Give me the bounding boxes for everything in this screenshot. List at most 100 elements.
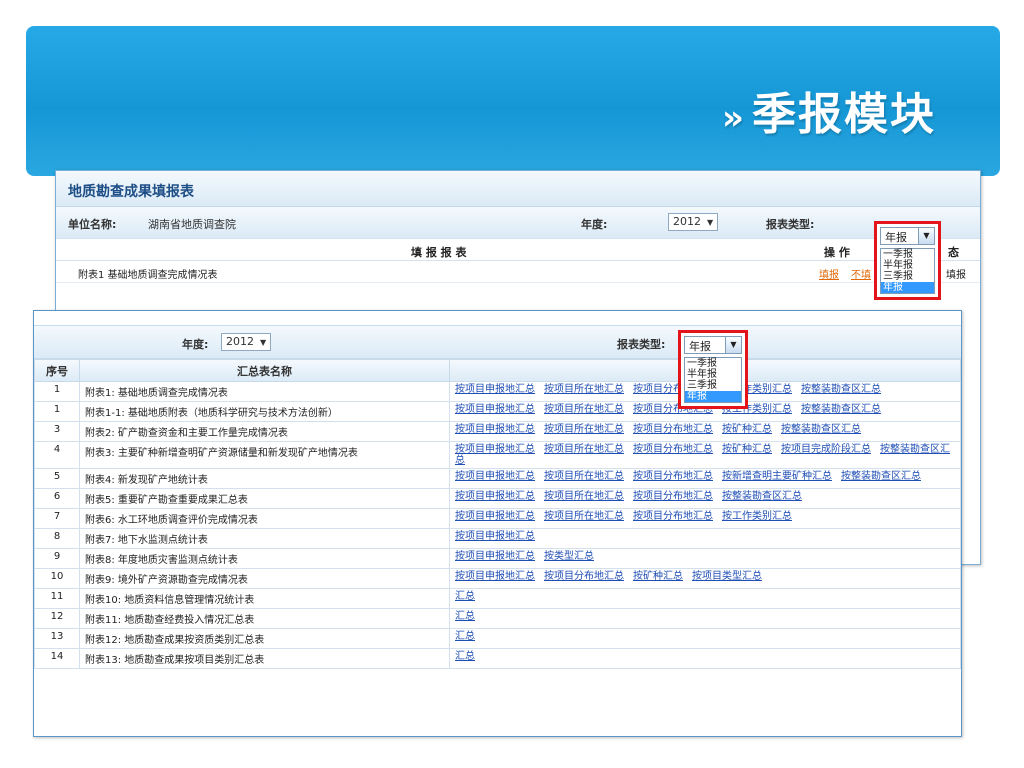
summary-link[interactable]: 按项目类型汇总	[692, 571, 762, 582]
summary-link[interactable]: 按项目申报地汇总	[455, 424, 535, 435]
row1-fill-link[interactable]: 填报	[819, 266, 839, 281]
back-report-type-dropdown[interactable]: 年报 ▼ 一季报 半年报 三季报 年报	[874, 221, 941, 300]
table-row: 8 附表7: 地下水监测点统计表 按项目申报地汇总	[34, 528, 961, 549]
col-seq: 序号	[34, 359, 80, 382]
summary-link[interactable]: 按项目所在地汇总	[544, 471, 624, 482]
front-report-type-dropdown[interactable]: 年报 ▼ 一季报 半年报 三季报 年报	[678, 330, 748, 409]
summary-link[interactable]: 按项目所在地汇总	[544, 404, 624, 415]
summary-link[interactable]: 按项目分布地汇总	[633, 491, 713, 502]
table-row: 14 附表13: 地质勘查成果按项目类别汇总表 汇总	[34, 648, 961, 669]
summary-link[interactable]: 按项目分布地汇总	[633, 444, 713, 455]
summary-link[interactable]: 按整装勘查区汇总	[722, 491, 802, 502]
report-type-option[interactable]: 年报	[881, 282, 934, 293]
summary-link[interactable]: 按整装勘查区汇总	[841, 471, 921, 482]
row-summary-name: 附表5: 重要矿产勘查重要成果汇总表	[79, 488, 450, 509]
summary-link[interactable]: 按项目申报地汇总	[455, 571, 535, 582]
summary-link[interactable]: 按项目申报地汇总	[455, 384, 535, 395]
row-seq: 7	[34, 508, 80, 529]
unit-info-row: 单位名称: 湖南省地质调查院 年度: 2012 ▼ 报表类型:	[56, 207, 980, 239]
unit-label: 单位名称:	[68, 218, 117, 231]
report-type-option[interactable]: 三季报	[881, 271, 934, 282]
report-type-option[interactable]: 半年报	[881, 260, 934, 271]
row-summary-name: 附表11: 地质勘查经费投入情况汇总表	[79, 608, 450, 629]
year-select-value: 2012	[673, 215, 701, 228]
summary-link[interactable]: 按项目所在地汇总	[544, 491, 624, 502]
summary-link[interactable]: 按项目所在地汇总	[544, 384, 624, 395]
table-row: 7 附表6: 水工环地质调查评价完成情况表 按项目申报地汇总 按项目所在地汇总 按项目分…	[34, 508, 961, 529]
slide-title: » 季报模块	[722, 78, 936, 142]
summary-link[interactable]: 按矿种汇总	[633, 571, 683, 582]
summary-link[interactable]: 按新增查明主要矿种汇总	[722, 471, 832, 482]
col-fill-report: 填 报 报 表	[411, 246, 467, 259]
summary-panel: 年度: 2012 ▼ 报表类型: 序号 汇总表名称 1 附表1: 基础地质调查完成情…	[33, 310, 962, 737]
row-summary-name: 附表1: 基础地质调查完成情况表	[79, 381, 450, 402]
table-row: 12 附表11: 地质勘查经费投入情况汇总表 汇总	[34, 608, 961, 629]
summary-link[interactable]: 按工作类别汇总	[722, 511, 792, 522]
summary-link[interactable]: 按项目申报地汇总	[455, 444, 535, 455]
report-type-option[interactable]: 一季报	[685, 358, 741, 369]
row-summary-name: 附表9: 境外矿产资源勘查完成情况表	[79, 568, 450, 589]
summary-link[interactable]: 按项目分布地汇总	[633, 471, 713, 482]
back-report-type-select[interactable]: 年报 ▼	[880, 227, 935, 245]
back-report-type-value: 年报	[885, 231, 907, 244]
summary-link[interactable]: 汇总	[455, 611, 475, 622]
summary-link[interactable]: 按整装勘查区汇总	[801, 384, 881, 395]
summary-link[interactable]: 汇总	[455, 631, 475, 642]
summary-link[interactable]: 按项目申报地汇总	[455, 511, 535, 522]
chevron-down-icon[interactable]: ▼	[918, 228, 934, 244]
summary-link[interactable]: 按矿种汇总	[722, 424, 772, 435]
row-seq: 9	[34, 548, 80, 569]
row-summary-name: 附表4: 新发现矿产地统计表	[79, 468, 450, 489]
summary-link[interactable]: 按矿种汇总	[722, 444, 772, 455]
summary-link[interactable]: 汇总	[455, 651, 475, 662]
summary-panel-top	[34, 311, 961, 325]
summary-link[interactable]: 按整装勘查区汇总	[781, 424, 861, 435]
row-seq: 5	[34, 468, 80, 489]
row-summary-name: 附表2: 矿产勘查资金和主要工作量完成情况表	[79, 421, 450, 442]
row-seq: 13	[34, 628, 80, 649]
row-seq: 6	[34, 488, 80, 509]
summary-link[interactable]: 按项目申报地汇总	[455, 551, 535, 562]
report-type-option[interactable]: 半年报	[685, 369, 741, 380]
row-summary-links: 按项目申报地汇总 按项目分布地汇总 按矿种汇总 按项目类型汇总	[449, 568, 961, 589]
row-seq: 12	[34, 608, 80, 629]
row-summary-links: 按项目申报地汇总	[449, 528, 961, 549]
row-summary-links: 按项目申报地汇总 按项目所在地汇总 按项目分布地汇总 按矿种汇总 按整装勘查区汇总	[449, 421, 961, 442]
summary-year-select[interactable]: 2012 ▼	[221, 333, 272, 351]
chevron-down-icon: ▼	[260, 338, 267, 347]
summary-link[interactable]: 按项目所在地汇总	[544, 424, 624, 435]
report-type-option[interactable]: 一季报	[881, 249, 934, 260]
row-summary-name: 附表8: 年度地质灾害监测点统计表	[79, 548, 450, 569]
year-label: 年度:	[581, 218, 608, 231]
summary-link[interactable]: 按项目完成阶段汇总	[781, 444, 871, 455]
summary-link[interactable]: 按整装勘查区汇总	[801, 404, 881, 415]
unit-value: 湖南省地质调查院	[148, 218, 236, 231]
table-row: 1 附表1-1: 基础地质附表（地质科学研究与技术方法创新） 按项目申报地汇总 按项目…	[34, 401, 961, 422]
summary-link[interactable]: 按项目分布地汇总	[544, 571, 624, 582]
col-summary-name: 汇总表名称	[79, 359, 450, 382]
summary-link[interactable]: 按类型汇总	[544, 551, 594, 562]
summary-link[interactable]: 按项目申报地汇总	[455, 531, 535, 542]
summary-table: 序号 汇总表名称 1 附表1: 基础地质调查完成情况表 按项目申报地汇总 按项目所在地…	[34, 359, 961, 669]
summary-link[interactable]: 按项目申报地汇总	[455, 471, 535, 482]
row-summary-name: 附表13: 地质勘查成果按项目类别汇总表	[79, 648, 450, 669]
summary-link[interactable]: 按项目所在地汇总	[544, 511, 624, 522]
summary-link[interactable]: 按项目分布地汇总	[633, 424, 713, 435]
row-summary-links: 汇总	[449, 588, 961, 609]
front-report-type-value: 年报	[689, 340, 711, 353]
report-type-option[interactable]: 年报	[685, 391, 741, 402]
row-seq: 10	[34, 568, 80, 589]
summary-link[interactable]: 按项目申报地汇总	[455, 491, 535, 502]
chevron-down-icon: ▼	[707, 218, 714, 227]
report-type-option[interactable]: 三季报	[685, 380, 741, 391]
row-summary-name: 附表7: 地下水监测点统计表	[79, 528, 450, 549]
row1-nofill-link[interactable]: 不填	[851, 266, 871, 281]
table-row: 4 附表3: 主要矿种新增查明矿产资源储量和新发现矿产地情况表 按项目申报地汇总 按项…	[34, 441, 961, 469]
front-report-type-select[interactable]: 年报 ▼	[684, 336, 742, 354]
chevron-down-icon[interactable]: ▼	[725, 337, 741, 353]
summary-link[interactable]: 按项目申报地汇总	[455, 404, 535, 415]
summary-link[interactable]: 汇总	[455, 591, 475, 602]
summary-link[interactable]: 按项目所在地汇总	[544, 444, 624, 455]
year-select[interactable]: 2012 ▼	[668, 213, 719, 231]
summary-link[interactable]: 按项目分布地汇总	[633, 511, 713, 522]
